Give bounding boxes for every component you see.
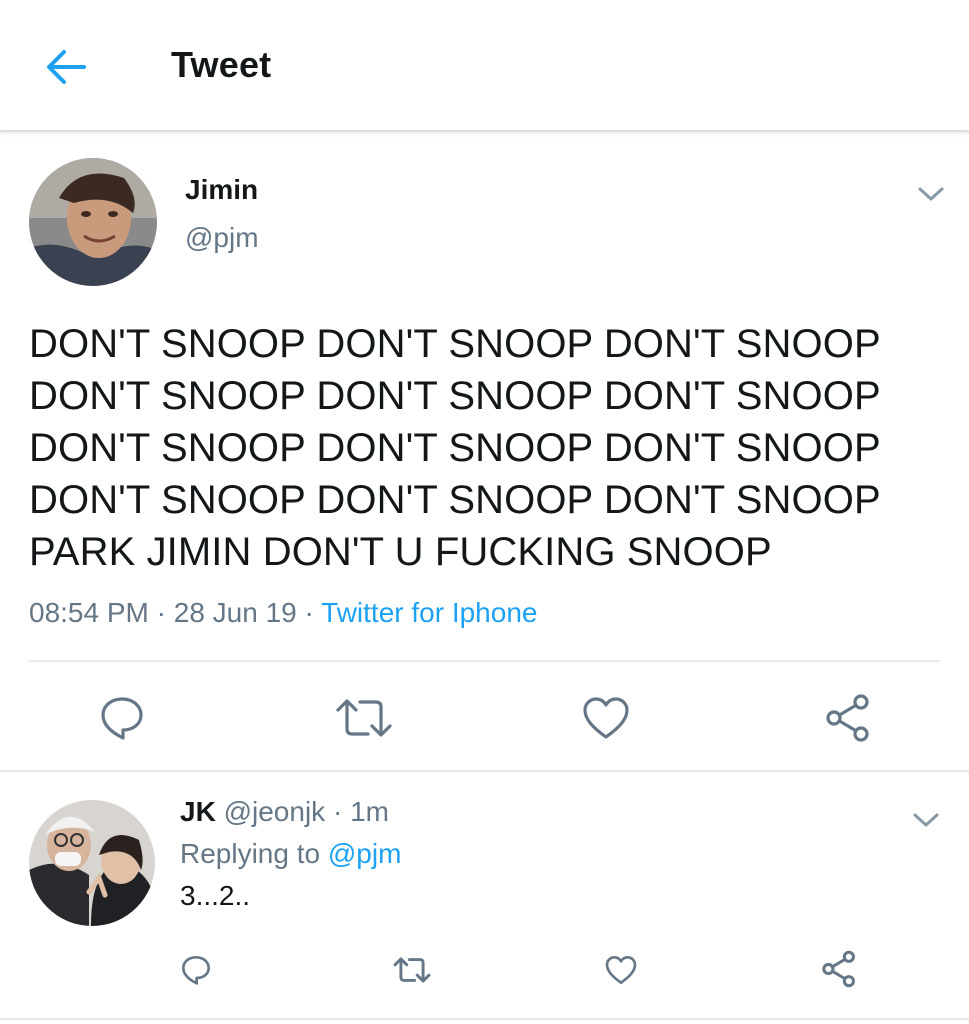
- back-button[interactable]: [36, 40, 96, 94]
- avatar[interactable]: [29, 158, 157, 286]
- chevron-down-icon: [918, 187, 944, 201]
- like-button[interactable]: [578, 690, 634, 746]
- divider: [29, 660, 940, 662]
- share-icon: [826, 694, 869, 742]
- meta-separator: ·: [325, 796, 351, 827]
- reply-age: 1m: [350, 796, 389, 827]
- tweet-text: DON'T SNOOP DON'T SNOOP DON'T SNOOP DON'…: [29, 318, 929, 578]
- share-button[interactable]: [820, 690, 876, 746]
- replying-to: Replying to @pjm: [180, 838, 401, 870]
- tweet-menu-button[interactable]: [911, 174, 951, 214]
- reply-like-button[interactable]: [601, 950, 641, 990]
- tweet-text-line: PARK JIMIN DON'T U FUCKING SNOOP: [29, 530, 772, 574]
- meta-separator: ·: [148, 597, 174, 628]
- author-handle[interactable]: @pjm: [185, 222, 259, 254]
- tweet-text-line: DON'T SNOOP DON'T SNOOP DON'T SNOOP: [29, 478, 881, 522]
- tweet-source-link[interactable]: Twitter for Iphone: [321, 597, 537, 628]
- author-name[interactable]: Jimin: [185, 174, 258, 206]
- arrow-left-icon: [47, 50, 86, 84]
- mention-link[interactable]: @pjm: [328, 838, 402, 869]
- reply-icon: [101, 697, 143, 740]
- reply-retweet-button[interactable]: [391, 950, 433, 990]
- reply-avatar[interactable]: [29, 800, 155, 926]
- tweet-date: 28 Jun 19: [173, 597, 297, 628]
- tweet-text-line: DON'T SNOOP DON'T SNOOP DON'T SNOOP: [29, 322, 881, 366]
- meta-separator: ·: [296, 597, 322, 628]
- reply-author-handle[interactable]: @jeonjk: [224, 796, 326, 827]
- share-icon: [822, 950, 855, 988]
- chevron-down-icon: [913, 813, 939, 827]
- replying-prefix: Replying to: [180, 838, 328, 869]
- reply-icon: [182, 956, 210, 985]
- reply-share-button[interactable]: [818, 948, 860, 990]
- tweet-text-line: DON'T SNOOP DON'T SNOOP DON'T SNOOP: [29, 374, 881, 418]
- retweet-icon: [336, 699, 392, 737]
- divider: [0, 1018, 969, 1020]
- reply-header: JK @jeonjk · 1m: [180, 796, 389, 828]
- retweet-icon: [393, 957, 431, 983]
- reply-author-name[interactable]: JK: [180, 796, 216, 827]
- reply-menu-button[interactable]: [906, 800, 946, 840]
- heart-icon: [605, 956, 637, 985]
- tweet-text-line: DON'T SNOOP DON'T SNOOP DON'T SNOOP: [29, 426, 881, 470]
- reply-text: 3...2..: [180, 880, 251, 911]
- page-title: Tweet: [171, 44, 272, 85]
- reply-button[interactable]: [94, 690, 150, 746]
- heart-icon: [583, 697, 629, 739]
- reply-reply-button[interactable]: [176, 950, 216, 990]
- tweet-time: 08:54 PM: [29, 597, 149, 628]
- retweet-button[interactable]: [334, 690, 394, 746]
- top-bar: Tweet: [0, 0, 969, 132]
- divider: [0, 770, 969, 772]
- tweet-meta: 08:54 PM · 28 Jun 19 · Twitter for Iphon…: [29, 597, 537, 629]
